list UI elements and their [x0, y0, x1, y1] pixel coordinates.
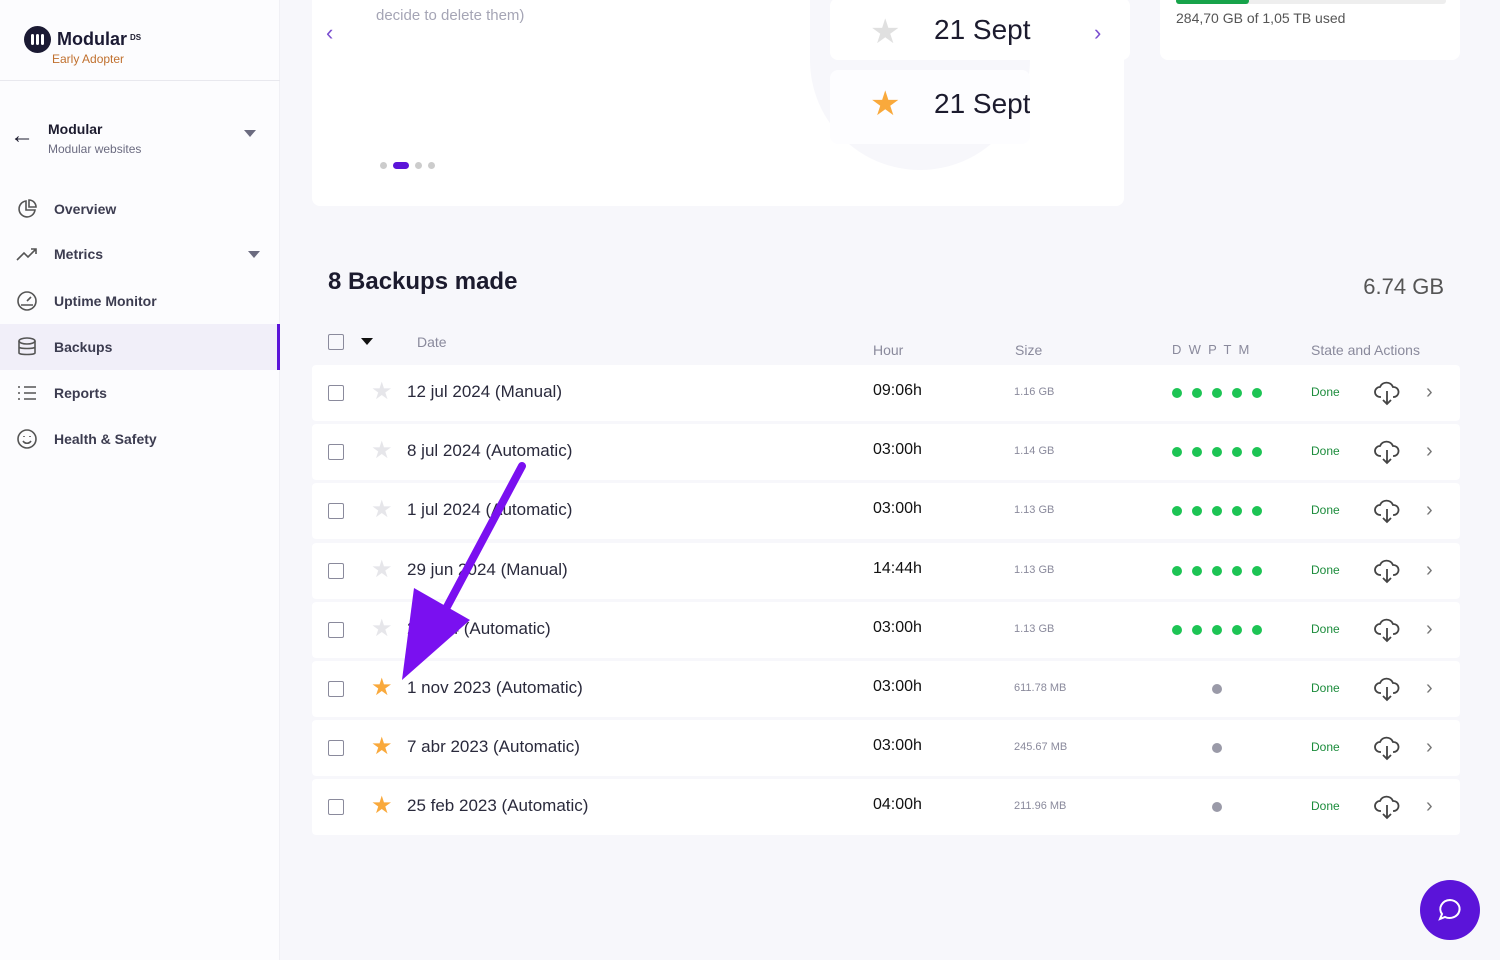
chat-button[interactable]	[1420, 880, 1480, 940]
chat-bubble-icon	[1438, 898, 1461, 921]
annotation-arrow	[402, 462, 526, 680]
